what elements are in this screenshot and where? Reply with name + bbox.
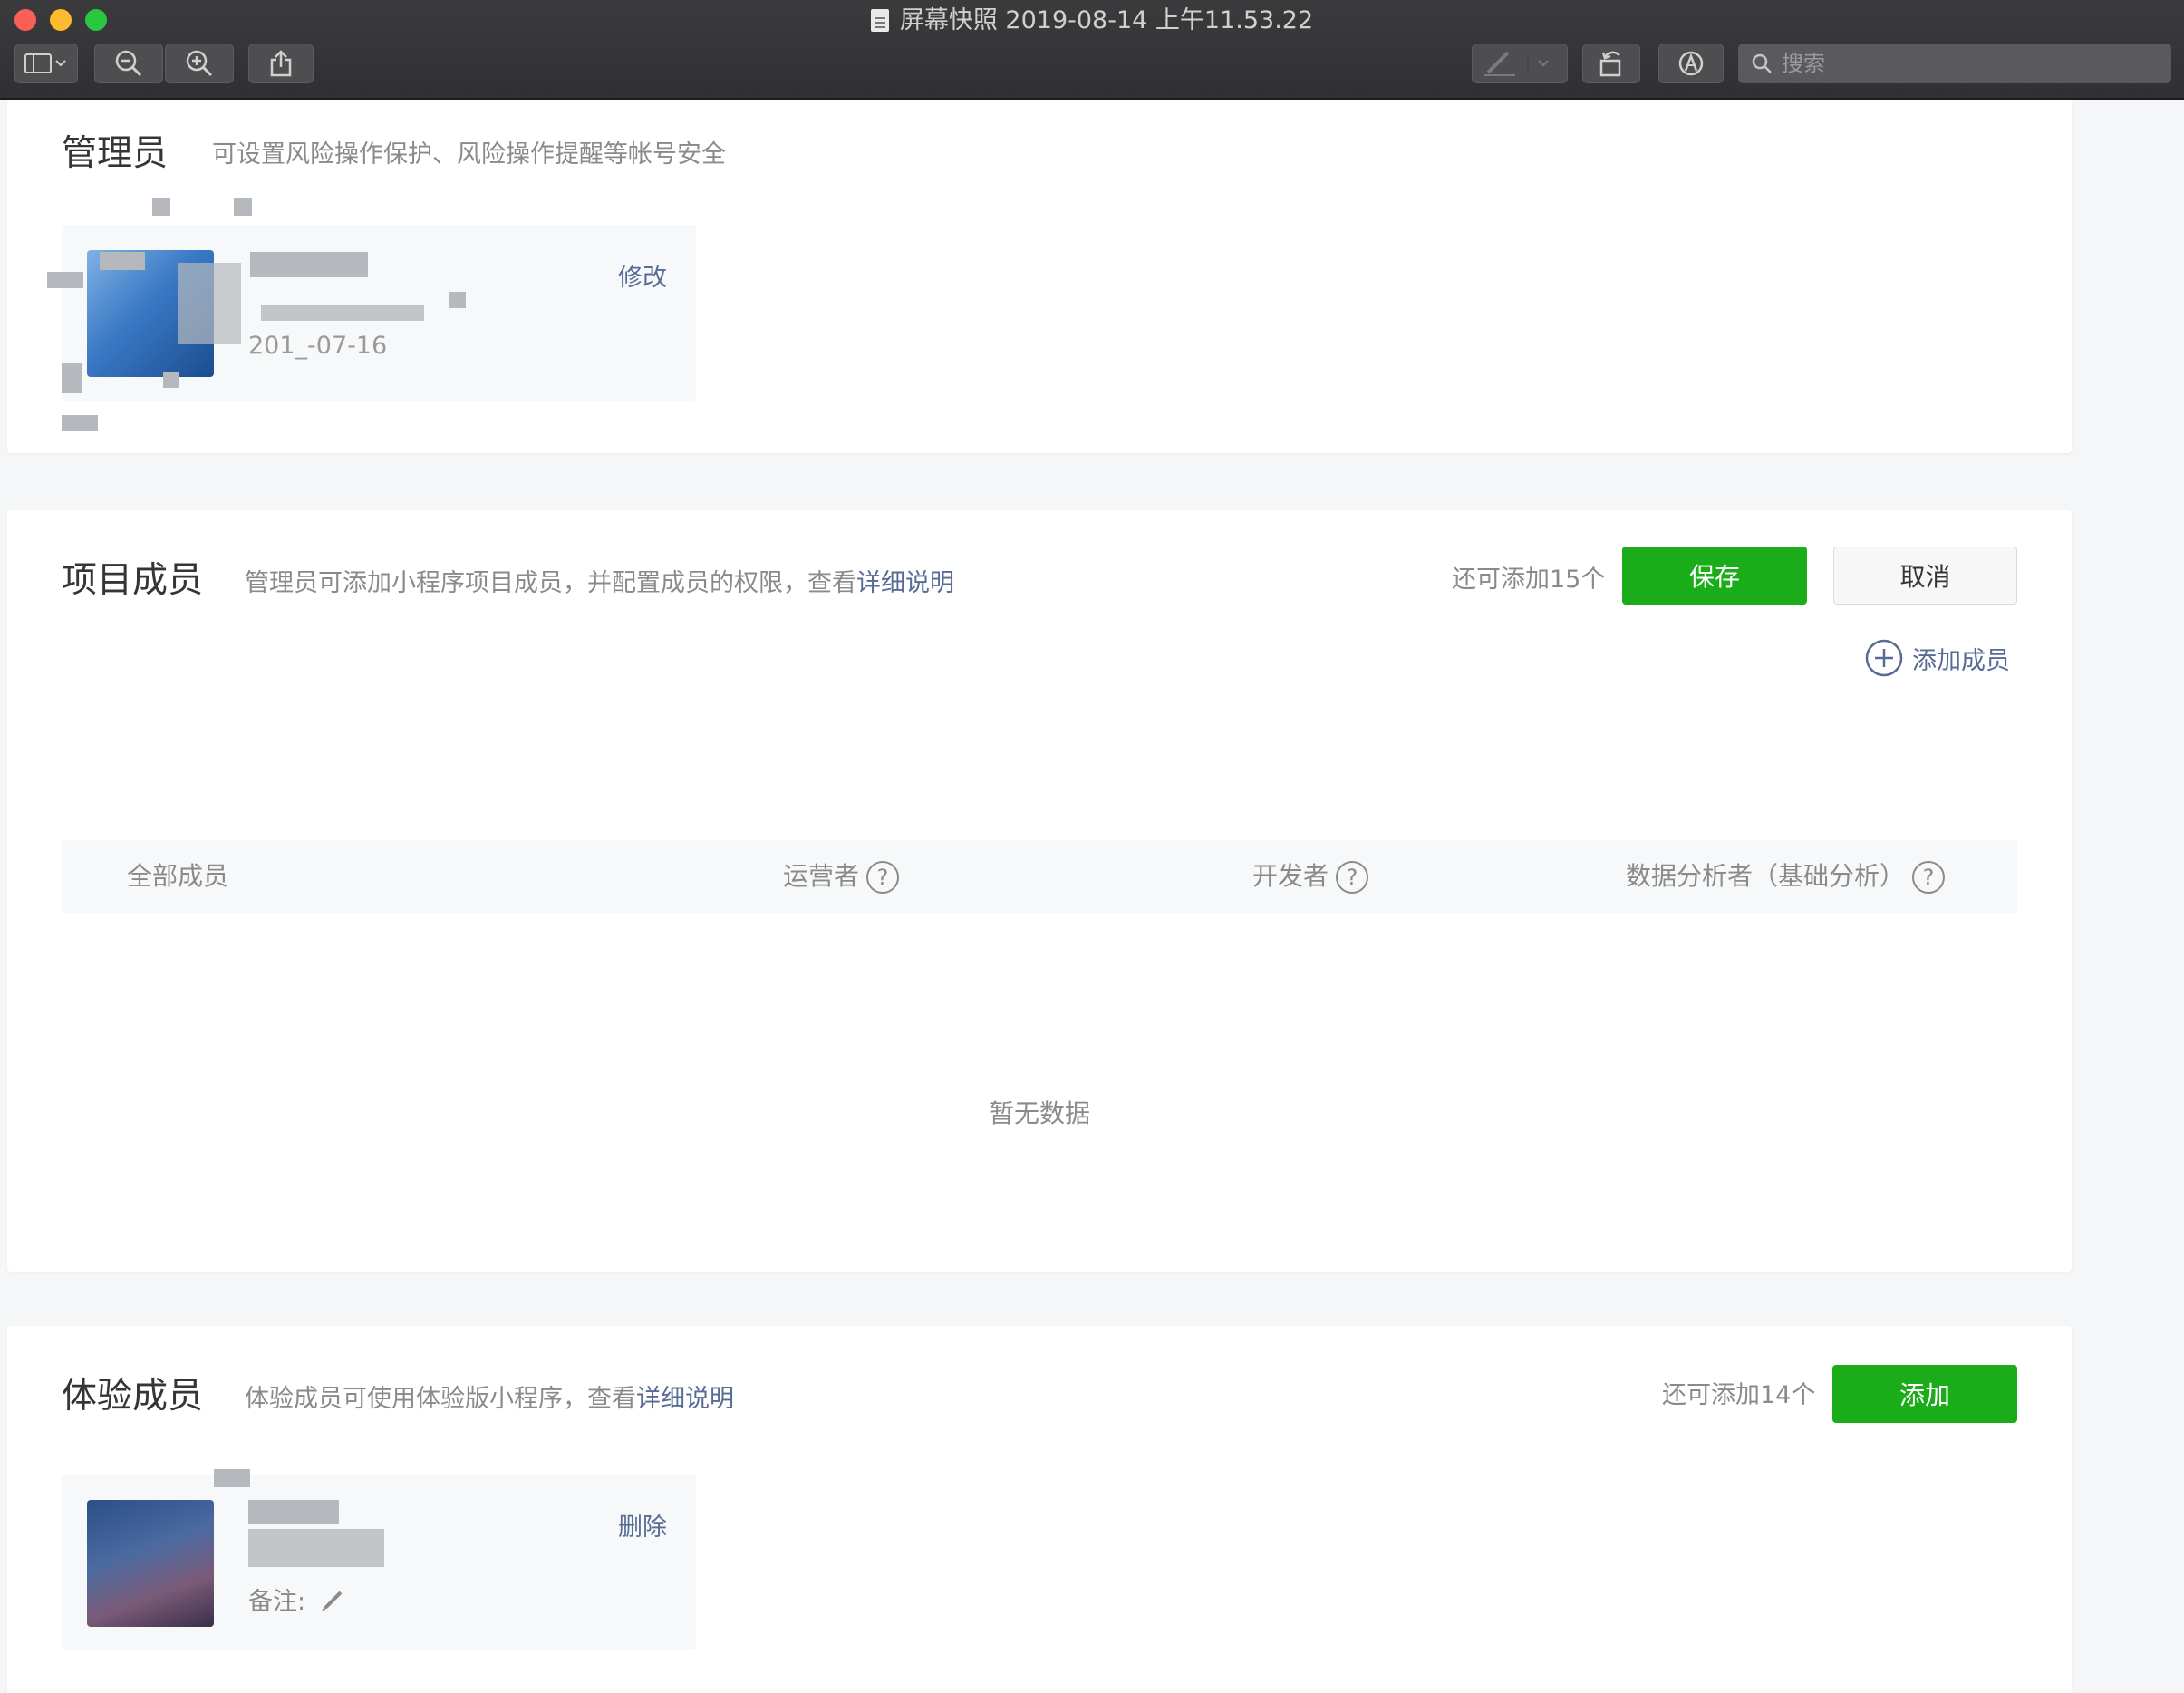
admin-section-title: 管理员 [62,133,169,174]
sidebar-toggle-button[interactable] [14,44,78,83]
column-all-members: 全部成员 [127,861,229,891]
trial-section-title: 体验成员 [62,1376,204,1417]
project-remain-count: 还可添加15个 [1452,566,1606,594]
project-section-title: 项目成员 [62,560,204,601]
annotate-icon [1678,51,1704,76]
search-icon [1752,53,1772,73]
zoom-out-button[interactable] [94,44,163,83]
zoom-in-button[interactable] [165,44,234,83]
trial-remain-count: 还可添加14个 [1662,1381,1816,1409]
markup-pen-icon [1484,51,1549,76]
add-member-label: 添加成员 [1912,646,2010,675]
markup-pen-button[interactable] [1472,44,1568,83]
add-member-button[interactable]: 添加成员 [1865,639,2010,677]
admin-section-desc: 可设置风险操作保护、风险操作提醒等帐号安全 [212,140,726,169]
search-input[interactable] [1782,51,2162,76]
document-icon [870,9,889,32]
save-button[interactable]: 保存 [1622,547,1807,605]
operator-help-icon[interactable]: ? [866,861,900,894]
share-button[interactable] [248,44,314,83]
cancel-button[interactable]: 取消 [1833,547,2017,605]
zoom-out-icon [115,50,142,77]
add-trial-member-button[interactable]: 添加 [1832,1365,2017,1423]
window-title: 屏幕快照 2019-08-14 上午11.53.22 [0,5,2184,36]
delete-trial-member-link[interactable]: 删除 [618,1507,667,1543]
admin-card: 管理员 可设置风险操作保护、风险操作提醒等帐号安全 201_-07-16 修改 [7,100,2072,453]
trial-members-card: 体验成员 体验成员可使用体验版小程序，查看详细说明 还可添加14个 添加 备注:… [7,1326,2072,1693]
trial-member-remark: 备注: [248,1582,347,1617]
project-detail-link[interactable]: 详细说明 [856,569,954,597]
empty-state-text: 暂无数据 [988,1098,1090,1128]
column-data-analyst: 数据分析者（基础分析）? [1626,840,1946,913]
project-section-desc: 管理员可添加小程序项目成员，并配置成员的权限，查看详细说明 [245,569,954,597]
trial-detail-link[interactable]: 详细说明 [636,1385,734,1413]
plus-circle-icon [1865,639,1903,677]
page-content: 管理员 可设置风险操作保护、风险操作提醒等帐号安全 201_-07-16 修改 … [0,100,2184,1693]
column-developer: 开发者? [1252,840,1369,913]
trial-member-avatar [87,1500,214,1627]
share-icon [270,50,292,77]
annotate-button[interactable] [1658,44,1724,83]
members-table-header: 全部成员 运营者? 开发者? 数据分析者（基础分析）? [62,840,2017,913]
window-titlebar: 屏幕快照 2019-08-14 上午11.53.22 [0,0,2184,100]
rotate-icon [1599,51,1621,77]
project-members-card: 项目成员 管理员可添加小程序项目成员，并配置成员的权限，查看详细说明 还可添加1… [7,510,2072,1272]
zoom-in-icon [186,50,213,77]
data-analyst-help-icon[interactable]: ? [1912,861,1946,894]
search-field[interactable] [1738,44,2171,83]
admin-edit-link[interactable]: 修改 [618,257,667,293]
admin-bind-date: 201_-07-16 [248,332,388,360]
trial-section-desc: 体验成员可使用体验版小程序，查看详细说明 [245,1385,734,1413]
trial-member-card: 备注: 删除 [62,1469,696,1650]
column-operator: 运营者? [783,840,900,913]
edit-pencil-icon[interactable] [320,1586,347,1613]
sidebar-icon [24,53,66,73]
admin-member-card: 201_-07-16 修改 [47,198,696,431]
developer-help-icon[interactable]: ? [1336,861,1369,894]
rotate-button[interactable] [1582,44,1640,83]
